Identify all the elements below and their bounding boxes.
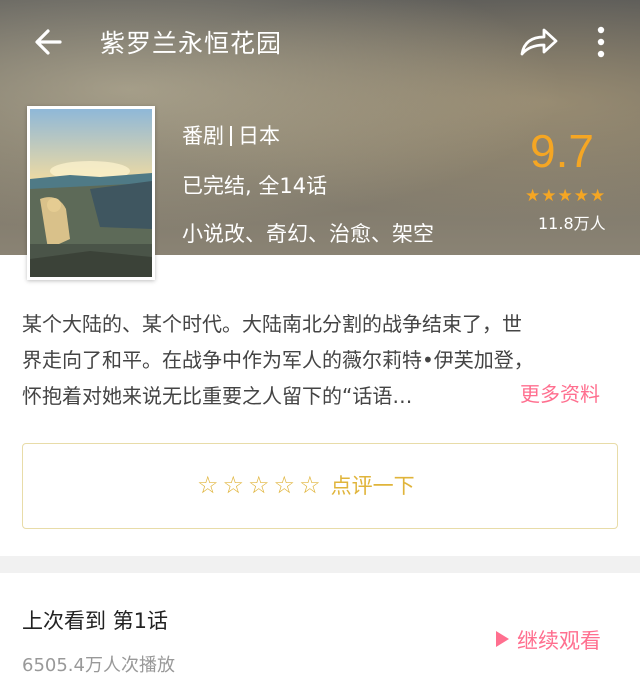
page-title: 紫罗兰永恒花园 <box>100 29 283 58</box>
type-region: 番剧 日本 <box>182 120 280 150</box>
star-icon: ★ <box>590 186 607 206</box>
share-icon[interactable] <box>516 22 560 62</box>
star-outline-icon: ☆ <box>299 471 325 499</box>
type-label: 番剧 <box>182 124 224 148</box>
top-bar: 紫罗兰永恒花园 <box>0 0 640 86</box>
rating-stars: ★★★★★ <box>525 186 606 206</box>
tags-label: 小说改、奇幻、治愈、架空 <box>182 222 434 246</box>
back-arrow-icon[interactable] <box>30 22 70 62</box>
star-outline-icon: ☆ <box>248 471 274 499</box>
section-divider <box>0 556 640 573</box>
play-icon <box>496 631 509 647</box>
cover-image[interactable] <box>27 106 155 280</box>
review-button[interactable]: ☆☆☆☆☆ 点评一下 <box>22 443 618 529</box>
star-outline-icon: ☆ <box>222 471 249 499</box>
review-label: 点评一下 <box>330 474 415 498</box>
star-icon: ★ <box>525 186 542 206</box>
star-icon: ★ <box>541 186 558 206</box>
continue-watching-button[interactable]: 继续观看 <box>496 625 601 655</box>
star-outline-icon: ☆ <box>197 471 223 499</box>
star-icon: ★ <box>557 186 574 206</box>
review-stars: ☆☆☆☆☆ <box>197 471 325 499</box>
rating-score: 9.7 <box>530 125 594 177</box>
play-count: 6505.4万人次播放 <box>22 655 175 676</box>
review-content: ☆☆☆☆☆ 点评一下 <box>197 470 415 500</box>
region-label: 日本 <box>238 124 280 148</box>
description-line: 界走向了和平。在战争中作为军人的薇尔莉特•伊芙加登， <box>22 348 534 372</box>
last-watched-label: 上次看到 第1话 <box>22 609 169 633</box>
continue-label: 继续观看 <box>517 629 601 653</box>
description-line: 某个大陆的、某个时代。大陆南北分割的战争结束了，世 <box>22 312 522 336</box>
star-outline-icon: ☆ <box>273 471 300 499</box>
status-label: 已完结, 全14话 <box>182 174 328 198</box>
separator <box>230 126 232 146</box>
more-info-link[interactable]: 更多资料 <box>520 378 600 407</box>
rating-count: 11.8万人 <box>538 214 606 233</box>
more-vertical-icon[interactable] <box>588 22 614 62</box>
star-icon: ★ <box>573 186 590 206</box>
